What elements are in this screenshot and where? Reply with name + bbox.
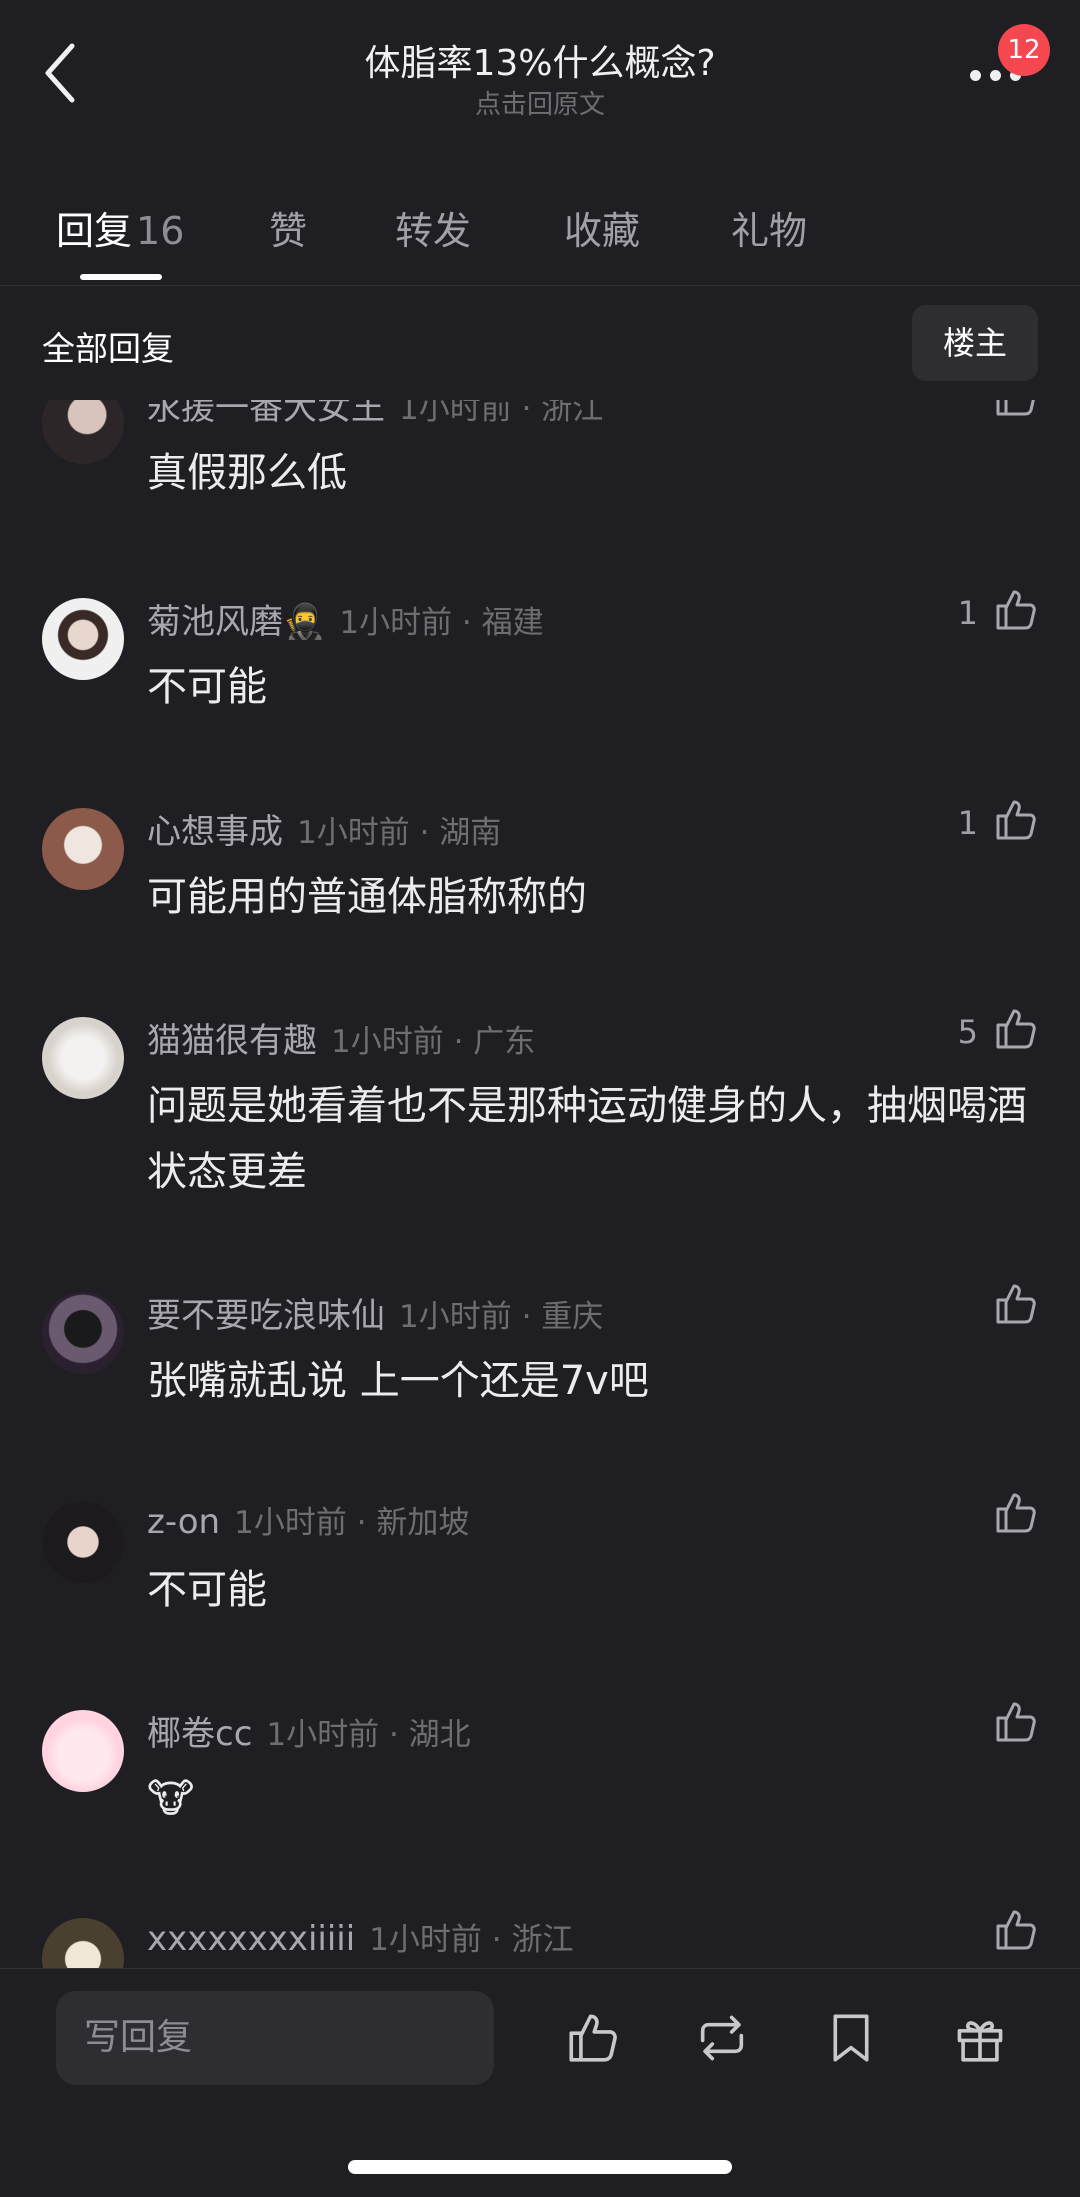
dot bbox=[990, 70, 1001, 81]
comment-text: 真假那么低 bbox=[147, 450, 347, 496]
thumbs-up-icon bbox=[996, 800, 1036, 840]
comment-meta: 永援一番大女王 1小时前 · 浙江 bbox=[147, 400, 603, 429]
username[interactable]: 心想事成 bbox=[147, 812, 283, 852]
tab-bar: 回复 16 赞 转发 收藏 礼物 bbox=[0, 190, 1080, 286]
reply-input[interactable]: 写回复 bbox=[56, 1991, 494, 2085]
avatar[interactable] bbox=[42, 1017, 124, 1099]
thumbs-up-icon bbox=[996, 1910, 1036, 1950]
comment-text: 不可能 bbox=[147, 1567, 267, 1613]
tab-reposts[interactable]: 转发 bbox=[395, 200, 471, 255]
bookmark-button[interactable] bbox=[822, 2009, 880, 2067]
comment-meta: 要不要吃浪味仙 1小时前 · 重庆 bbox=[147, 1288, 603, 1337]
like-count: 1 bbox=[957, 804, 978, 842]
header: 体脂率13%什么概念? 点击回原文 12 bbox=[0, 0, 1080, 130]
notification-badge: 12 bbox=[998, 24, 1050, 76]
username[interactable]: 椰卷cc bbox=[147, 1714, 252, 1754]
like-count: 5 bbox=[957, 1013, 978, 1051]
username[interactable]: xxxxxxxxiiiii bbox=[147, 1919, 355, 1959]
tab-count: 16 bbox=[136, 209, 185, 253]
page-title[interactable]: 体脂率13%什么概念? bbox=[0, 34, 1080, 86]
tab-gifts[interactable]: 礼物 bbox=[731, 200, 807, 255]
repost-button[interactable] bbox=[693, 2009, 751, 2067]
active-tab-indicator bbox=[80, 274, 162, 280]
avatar[interactable] bbox=[42, 1710, 124, 1792]
home-indicator[interactable] bbox=[348, 2160, 732, 2174]
comment-time: 1小时前 · 浙江 bbox=[369, 1922, 574, 1958]
thumbs-up-icon bbox=[996, 1493, 1036, 1533]
gift-button[interactable] bbox=[951, 2009, 1009, 2067]
avatar[interactable] bbox=[42, 1918, 124, 1968]
comment-time: 1小时前 · 新加坡 bbox=[234, 1505, 470, 1541]
comment-meta: xxxxxxxxiiiii 1小时前 · 浙江 bbox=[147, 1914, 574, 1959]
avatar[interactable] bbox=[42, 400, 124, 464]
comment-time: 1小时前 · 浙江 bbox=[399, 400, 604, 427]
avatar[interactable] bbox=[42, 1501, 124, 1583]
comment-time: 1小时前 · 湖南 bbox=[297, 815, 502, 851]
comment-meta: z-on 1小时前 · 新加坡 bbox=[147, 1497, 469, 1542]
username[interactable]: 永援一番大女王 bbox=[147, 400, 385, 428]
like-post-button[interactable] bbox=[564, 2009, 622, 2067]
thumbs-up-icon bbox=[569, 2014, 617, 2062]
comment-time: 1小时前 · 广东 bbox=[331, 1024, 536, 1060]
section-title: 全部回复 bbox=[42, 329, 174, 368]
avatar[interactable] bbox=[42, 1292, 124, 1374]
tab-replies[interactable]: 回复 16 bbox=[56, 200, 184, 255]
comment-meta: 心想事成 1小时前 · 湖南 bbox=[147, 804, 501, 853]
comment-time: 1小时前 · 福建 bbox=[339, 605, 544, 641]
comment-list[interactable]: 永援一番大女王 1小时前 · 浙江 真假那么低 菊池风磨🥷 1小时前 · 福建 不可… bbox=[0, 400, 1080, 1968]
comment-time: 1小时前 · 重庆 bbox=[399, 1299, 604, 1335]
thumbs-up-icon bbox=[996, 400, 1035, 416]
username[interactable]: 菊池风磨🥷 bbox=[147, 602, 325, 642]
comment-text: 不可能 bbox=[147, 664, 267, 710]
repost-icon bbox=[700, 2015, 744, 2061]
thumbs-up-icon bbox=[996, 1009, 1036, 1049]
thumbs-up-icon bbox=[996, 590, 1036, 630]
thumbs-up-icon bbox=[996, 1702, 1036, 1742]
bookmark-icon bbox=[833, 2014, 869, 2062]
thumbs-up-icon bbox=[996, 1284, 1036, 1324]
gift-icon bbox=[957, 2021, 1003, 2062]
avatar[interactable] bbox=[42, 598, 124, 680]
tab-likes[interactable]: 赞 bbox=[269, 200, 307, 255]
comment-meta: 菊池风磨🥷 1小时前 · 福建 bbox=[147, 594, 544, 643]
like-count: 1 bbox=[957, 594, 978, 632]
back-to-post-link[interactable]: 点击回原文 bbox=[0, 84, 1080, 121]
dot bbox=[970, 70, 981, 81]
avatar[interactable] bbox=[42, 808, 124, 890]
comment-time: 1小时前 · 湖北 bbox=[266, 1717, 471, 1753]
comment-text: 🐮 bbox=[147, 1776, 195, 1822]
comment-text: 张嘴就乱说 上一个还是7v吧 bbox=[147, 1358, 649, 1404]
username[interactable]: 要不要吃浪味仙 bbox=[147, 1296, 385, 1336]
comment-text: 可能用的普通体脂称称的 bbox=[147, 874, 587, 920]
tab-label: 回复 bbox=[56, 209, 133, 253]
tab-favorites[interactable]: 收藏 bbox=[564, 200, 640, 255]
comment-text: 问题是她看着也不是那种运动健身的人，抽烟喝酒状态更差 bbox=[147, 1083, 1027, 1195]
comment-meta: 椰卷cc 1小时前 · 湖北 bbox=[147, 1706, 471, 1755]
comment-meta: 猫猫很有趣 1小时前 · 广东 bbox=[147, 1013, 535, 1062]
username[interactable]: z-on bbox=[147, 1502, 220, 1542]
op-filter-button[interactable]: 楼主 bbox=[912, 305, 1038, 381]
username[interactable]: 猫猫很有趣 bbox=[147, 1021, 317, 1061]
